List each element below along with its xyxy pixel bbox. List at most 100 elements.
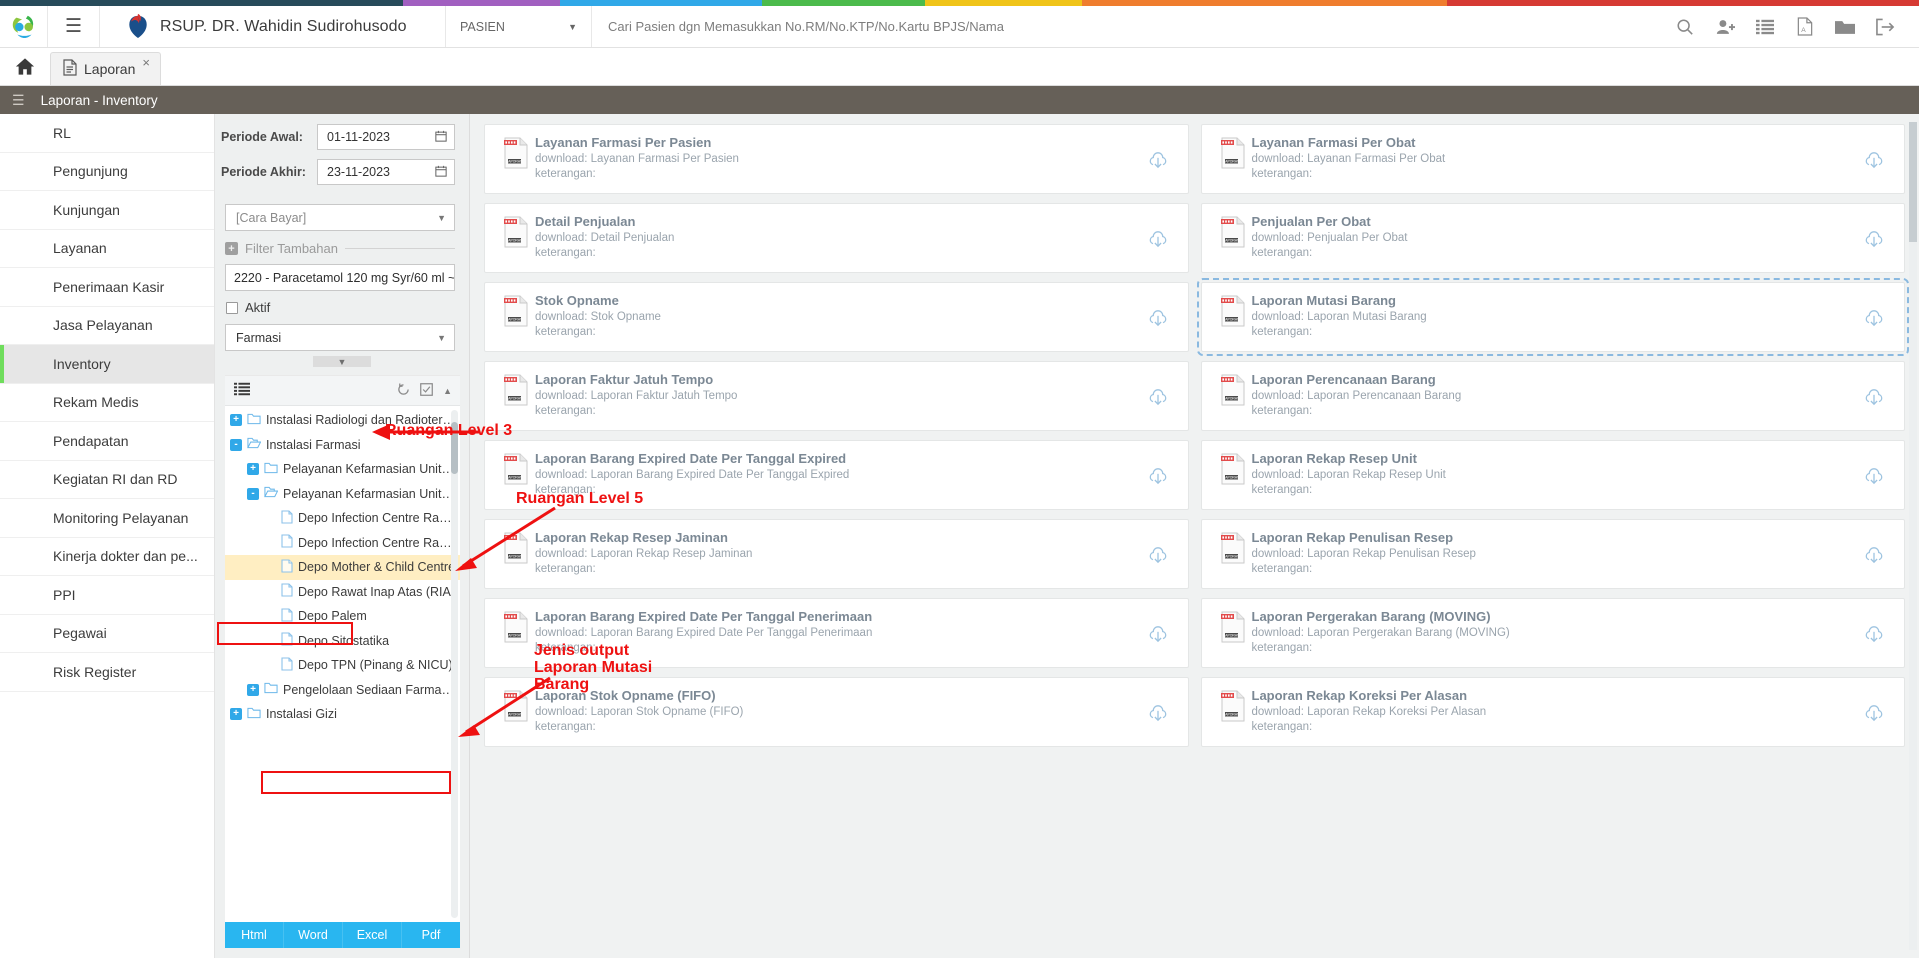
report-card[interactable]: LAPORAN Detail Penjualan download: Detail … (484, 203, 1189, 273)
report-card[interactable]: LAPORAN Laporan Barang Expired Date Per T… (484, 598, 1189, 668)
pdf-file-icon[interactable]: A (1785, 6, 1825, 48)
cloud-download-icon[interactable] (1864, 625, 1884, 648)
tree-node[interactable]: + Instalasi Radiologi dan Radioterapi (225, 408, 460, 433)
periode-awal-input[interactable]: 01-11-2023 (317, 124, 455, 150)
expand-icon[interactable]: + (230, 708, 242, 721)
tree-node[interactable]: + Instalasi Gizi (225, 702, 460, 727)
cara-bayar-select[interactable]: [Cara Bayar] ▼ (225, 204, 455, 231)
cloud-download-icon[interactable] (1148, 151, 1168, 174)
cloud-download-icon[interactable] (1148, 230, 1168, 253)
tree-node[interactable]: Depo Infection Centre Rawa... (225, 531, 460, 556)
calendar-icon[interactable] (435, 165, 447, 180)
sidebar-item-pengunjung[interactable]: Pengunjung (0, 153, 214, 191)
export-html-button[interactable]: Html (225, 922, 284, 948)
export-excel-button[interactable]: Excel (343, 922, 402, 948)
scroll-thumb[interactable] (451, 422, 458, 474)
tree-scrollbar[interactable] (451, 410, 458, 918)
sidebar-item-pendapatan[interactable]: Pendapatan (0, 422, 214, 461)
sidebar-item-penerimaan-kasir[interactable]: Penerimaan Kasir (0, 268, 214, 307)
sidebar-item-layanan[interactable]: Layanan (0, 230, 214, 268)
list-view-icon[interactable] (234, 382, 250, 400)
export-pdf-button[interactable]: Pdf (402, 922, 460, 948)
report-card[interactable]: LAPORAN Laporan Pergerakan Barang (MOVING… (1200, 598, 1905, 668)
simgos-leaf-logo[interactable] (0, 6, 48, 47)
sidebar-item-jasa-pelayanan[interactable]: Jasa Pelayanan (0, 307, 214, 345)
cloud-download-icon[interactable] (1864, 309, 1884, 332)
search-icon[interactable] (1665, 6, 1705, 48)
sidebar-item-risk-register[interactable]: Risk Register (0, 653, 214, 692)
report-card[interactable]: LAPORAN Laporan Perencanaan Barang downloa… (1200, 361, 1905, 431)
report-card[interactable]: LAPORAN Laporan Rekap Resep Unit download:… (1200, 440, 1905, 510)
report-card[interactable]: LAPORAN Laporan Stok Opname (FIFO) downloa… (484, 677, 1189, 747)
expand-icon[interactable]: + (230, 414, 242, 427)
cloud-download-icon[interactable] (1148, 546, 1168, 569)
filter-tambahan-separator[interactable]: + Filter Tambahan (225, 241, 455, 256)
tab-laporan[interactable]: Laporan × (50, 52, 161, 85)
report-card[interactable]: LAPORAN Laporan Rekap Koreksi Per Alasan d… (1200, 677, 1905, 747)
cloud-download-icon[interactable] (1864, 151, 1884, 174)
tree-node[interactable]: Depo TPN (Pinang & NICU) (225, 653, 460, 678)
sidebar-item-rl[interactable]: RL (0, 114, 214, 153)
home-icon[interactable] (0, 47, 50, 85)
check-square-icon[interactable] (420, 382, 433, 399)
sidebar-item-monitoring-pelayanan[interactable]: Monitoring Pelayanan (0, 499, 214, 538)
close-icon[interactable]: × (142, 55, 150, 70)
tree-node[interactable]: Depo Mother & Child Centre (225, 555, 460, 580)
module-select[interactable]: PASIEN ▼ (446, 6, 592, 47)
report-card[interactable]: LAPORAN Laporan Mutasi Barang download: La… (1196, 278, 1909, 356)
chevron-up-icon[interactable]: ▲ (443, 386, 452, 396)
report-card[interactable]: LAPORAN Stok Opname download: Stok Opname k… (484, 282, 1189, 352)
scroll-thumb[interactable] (1909, 122, 1917, 242)
logout-icon[interactable] (1865, 6, 1905, 48)
cloud-download-icon[interactable] (1148, 704, 1168, 727)
cloud-download-icon[interactable] (1864, 546, 1884, 569)
expand-icon[interactable]: + (247, 683, 259, 696)
list-icon[interactable] (1745, 6, 1785, 48)
sidebar-item-kunjungan[interactable]: Kunjungan (0, 191, 214, 230)
report-card[interactable]: LAPORAN Layanan Farmasi Per Obat download:… (1200, 124, 1905, 194)
expand-icon[interactable]: + (247, 463, 259, 476)
sidebar-item-ppi[interactable]: PPI (0, 576, 214, 615)
cloud-download-icon[interactable] (1148, 309, 1168, 332)
folder-icon[interactable] (1825, 6, 1865, 48)
refresh-icon[interactable] (397, 382, 410, 399)
tree-node[interactable]: Depo Infection Centre Rawa... (225, 506, 460, 531)
report-card[interactable]: LAPORAN Penjualan Per Obat download: Penju… (1200, 203, 1905, 273)
cloud-download-icon[interactable] (1148, 388, 1168, 411)
sidebar-item-inventory[interactable]: Inventory (0, 345, 214, 384)
cloud-download-icon[interactable] (1864, 230, 1884, 253)
patient-search-input[interactable]: Cari Pasien dgn Memasukkan No.RM/No.KTP/… (592, 6, 1665, 47)
sidebar-item-kegiatan-ri-dan-rd[interactable]: Kegiatan RI dan RD (0, 461, 214, 499)
report-card[interactable]: LAPORAN Laporan Rekap Penulisan Resep down… (1200, 519, 1905, 589)
sidebar-item-pegawai[interactable]: Pegawai (0, 615, 214, 653)
tree-node[interactable]: + Pengelolaan Sediaan Farmasi, A... (225, 678, 460, 703)
plus-circle-icon[interactable]: + (225, 242, 238, 255)
tree-node[interactable]: - Instalasi Farmasi (225, 433, 460, 458)
menu-icon[interactable]: ☰ (48, 6, 100, 47)
aktif-checkbox[interactable]: Aktif (226, 300, 469, 315)
calendar-icon[interactable] (435, 130, 447, 145)
menu-icon[interactable]: ☰ (12, 92, 25, 109)
sidebar-item-kinerja-dokter-dan-pe[interactable]: Kinerja dokter dan pe... (0, 538, 214, 576)
cloud-download-icon[interactable] (1864, 467, 1884, 490)
tree-node[interactable]: Depo Rawat Inap Atas (RIA) (225, 580, 460, 605)
add-user-icon[interactable] (1705, 6, 1745, 48)
cloud-download-icon[interactable] (1864, 388, 1884, 411)
report-card[interactable]: LAPORAN Laporan Faktur Jatuh Tempo downloa… (484, 361, 1189, 431)
collapse-filter-button[interactable]: ▼ (313, 356, 371, 367)
tree-node[interactable]: Depo Sitostatika (225, 629, 460, 654)
periode-akhir-input[interactable]: 23-11-2023 (317, 159, 455, 185)
export-word-button[interactable]: Word (284, 922, 343, 948)
report-card[interactable]: LAPORAN Laporan Barang Expired Date Per T… (484, 440, 1189, 510)
tree-node[interactable]: Depo Palem (225, 604, 460, 629)
cloud-download-icon[interactable] (1148, 625, 1168, 648)
report-card[interactable]: LAPORAN Layanan Farmasi Per Pasien downloa… (484, 124, 1189, 194)
collapse-icon[interactable]: - (230, 438, 242, 451)
unit-select[interactable]: Farmasi ▼ (225, 324, 455, 351)
tree-node[interactable]: - Pelayanan Kefarmasian Unit Pe... (225, 482, 460, 507)
cloud-download-icon[interactable] (1864, 704, 1884, 727)
collapse-icon[interactable]: - (247, 487, 259, 500)
report-scrollbar[interactable] (1909, 122, 1917, 950)
report-card[interactable]: LAPORAN Laporan Rekap Resep Jaminan downlo… (484, 519, 1189, 589)
tree-node[interactable]: + Pelayanan Kefarmasian Unit Pe... (225, 457, 460, 482)
